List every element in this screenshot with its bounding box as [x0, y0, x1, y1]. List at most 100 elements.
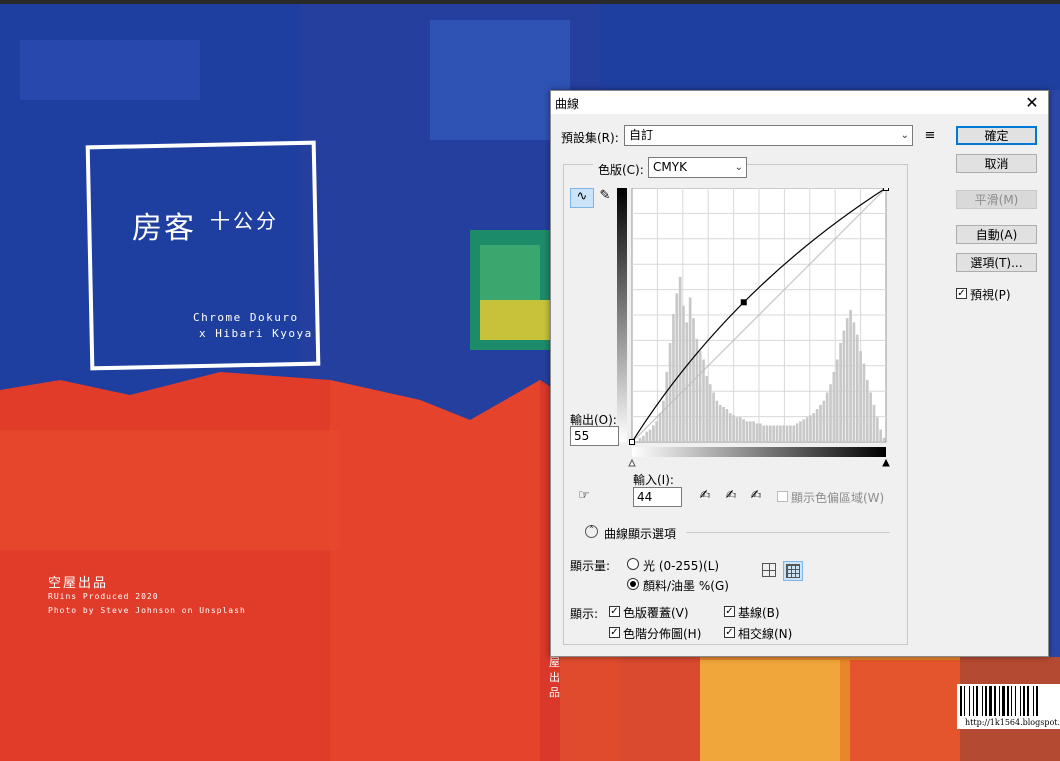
cover-credit-line2: x Hibari Kyoya [199, 327, 313, 340]
channel-overlays-label: 色版覆蓋(V) [623, 606, 689, 620]
gray-eyedropper-icon[interactable]: ✍ [723, 488, 739, 504]
targeted-adjustment-hand-icon[interactable]: ☞ [573, 488, 595, 506]
histogram-bar [832, 371, 836, 442]
cover-credit-line1: Chrome Dokuro [193, 311, 299, 324]
histogram-bar [759, 423, 762, 442]
pencil-tool-icon[interactable]: ✎ [597, 188, 613, 208]
channel-label: 色版(C): [598, 163, 644, 177]
histogram-bar [685, 322, 689, 442]
histogram-bar [748, 421, 752, 442]
histogram-bar [722, 406, 725, 442]
histogram-bar [855, 334, 859, 442]
histogram-bar [822, 400, 826, 442]
dialog-title: 曲線 [555, 97, 580, 111]
output-field[interactable]: 55 [570, 426, 619, 446]
histogram-bar [865, 380, 869, 442]
histogram-bar [655, 421, 659, 442]
show-clipping-label: 顯示色偏區域(W) [791, 491, 885, 505]
group-border-top-left [563, 164, 593, 165]
ok-button[interactable]: 確定 [956, 126, 1037, 145]
histogram-bar [782, 425, 786, 442]
histogram-bar [785, 425, 789, 442]
group-border-bottom [563, 644, 908, 645]
histogram-bar [765, 425, 769, 442]
histogram-bar [789, 425, 792, 442]
histogram-bar [645, 431, 649, 442]
histogram-bar [819, 404, 822, 442]
preset-select[interactable]: 自訂 ⌄ [624, 125, 913, 146]
black-eyedropper-icon[interactable]: ✍ [697, 488, 713, 504]
histogram-bar [648, 429, 652, 442]
intersection-label: 相交線(N) [738, 627, 793, 641]
histogram-bar [862, 363, 866, 442]
baseline-label: 基線(B) [738, 606, 780, 620]
cover-publisher: 空屋出品 [48, 576, 109, 591]
intersection-checkbox[interactable]: ✓ [724, 627, 735, 638]
histogram-bar [852, 322, 856, 442]
histogram-bar [682, 305, 685, 442]
histogram-bar [698, 351, 702, 442]
curve-point[interactable] [629, 439, 635, 445]
histogram-bar [688, 297, 692, 442]
cover-spine-text: 屋出品 [549, 656, 560, 699]
white-eyedropper-icon[interactable]: ✍ [748, 488, 764, 504]
curves-graph[interactable] [617, 188, 890, 471]
simple-grid-icon[interactable] [762, 563, 776, 577]
curve-point-tool-icon[interactable]: ∿ [570, 188, 594, 208]
histogram-bar [882, 437, 886, 442]
preview-checkbox[interactable]: ✓ [956, 288, 967, 299]
curve-point[interactable] [740, 299, 747, 306]
histogram-bar [872, 404, 876, 442]
light-radio[interactable] [627, 558, 639, 570]
chevron-down-icon: ⌄ [734, 162, 743, 173]
histogram-bar [762, 425, 766, 442]
histogram-bar [792, 425, 796, 442]
black-point-slider-icon[interactable] [628, 458, 636, 467]
white-point-slider-icon[interactable] [882, 458, 890, 467]
output-gradient-bar [617, 188, 627, 442]
histogram-bar [829, 384, 832, 442]
show-clipping-checkbox[interactable] [777, 491, 788, 502]
histogram-bar [849, 309, 852, 442]
group-border-right [907, 164, 908, 644]
smooth-button[interactable]: 平滑(M) [956, 190, 1037, 209]
channel-value: CMYK [653, 160, 687, 174]
group-border-left [563, 164, 564, 644]
histogram-bar [845, 318, 849, 442]
input-label: 輸入(I): [633, 473, 674, 487]
histogram-bar [658, 413, 662, 442]
cancel-button[interactable]: 取消 [956, 154, 1037, 173]
histogram-bar [859, 351, 862, 442]
histogram-bar [642, 435, 645, 442]
preview-label: 預視(P) [970, 288, 1011, 302]
histogram-bar [752, 421, 755, 442]
baseline-checkbox[interactable]: ✓ [724, 606, 735, 617]
close-button[interactable]: ✕ [1016, 91, 1048, 114]
histogram-bar [815, 408, 819, 442]
options-button[interactable]: 選項(T)... [956, 253, 1037, 272]
section-divider [686, 532, 890, 533]
input-field[interactable]: 44 [633, 487, 682, 507]
dialog-titlebar[interactable]: 曲線 ✕ [551, 91, 1048, 114]
collapse-chevron-icon[interactable]: ˄ [585, 525, 598, 538]
show-amount-label: 顯示量: [570, 559, 611, 573]
histogram-bar [879, 429, 882, 442]
preset-options-icon[interactable]: ≡ [922, 128, 938, 144]
histogram-bar [678, 276, 682, 442]
histogram-bar [672, 314, 675, 442]
curve-point[interactable] [883, 188, 889, 191]
preset-value: 自訂 [629, 128, 654, 142]
channel-overlays-checkbox[interactable]: ✓ [609, 606, 620, 617]
pigment-radio[interactable] [627, 578, 639, 590]
histogram-bar [772, 425, 776, 442]
histogram-bar [869, 392, 872, 442]
histogram-label: 色階分佈圖(H) [623, 627, 702, 641]
histogram-bar [715, 400, 719, 442]
histogram-bar [732, 415, 735, 442]
auto-button[interactable]: 自動(A) [956, 225, 1037, 244]
detailed-grid-button[interactable] [783, 561, 803, 581]
curve-display-options-label: 曲線顯示選項 [604, 527, 677, 541]
channel-select[interactable]: CMYK ⌄ [648, 157, 747, 178]
histogram-checkbox[interactable]: ✓ [609, 627, 620, 638]
preset-label: 預設集(R): [561, 131, 619, 145]
